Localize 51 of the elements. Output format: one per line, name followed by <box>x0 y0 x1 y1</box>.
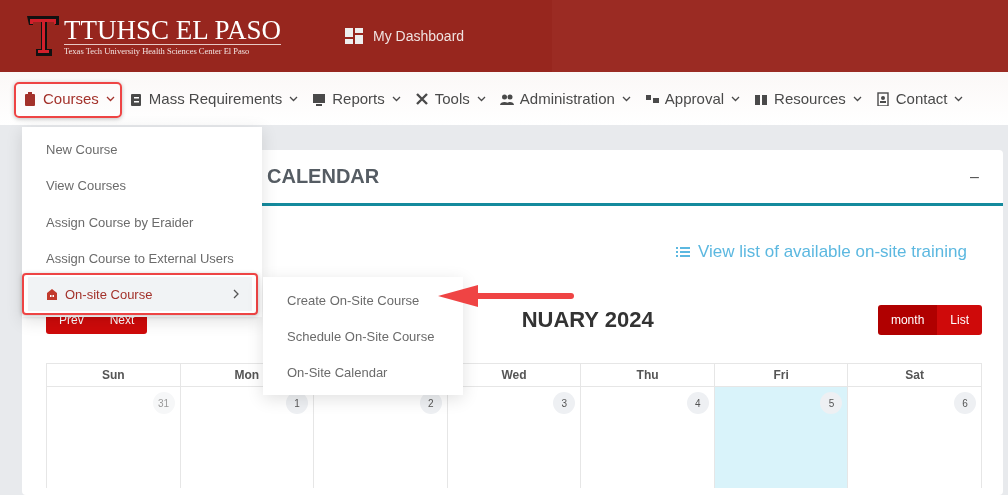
view-button[interactable]: List <box>937 305 982 335</box>
day-cell[interactable]: 5 <box>714 387 849 488</box>
nav-menu-item[interactable]: Approval <box>637 84 748 113</box>
double-t-logo-icon <box>26 14 60 58</box>
clipboard-icon <box>23 91 37 106</box>
chevron-down-icon <box>289 95 299 102</box>
logo-title: TTUHSC EL PASO <box>64 16 282 45</box>
chevron-down-icon <box>391 95 401 102</box>
chevron-down-icon <box>105 95 115 102</box>
tools-icon <box>414 91 429 106</box>
day-number: 31 <box>152 392 175 414</box>
nav-menu-item[interactable]: Courses <box>16 84 122 113</box>
menu-item[interactable]: Assign Course to External Users <box>22 240 262 277</box>
nav-menu-item[interactable]: Contact <box>868 84 971 113</box>
month-title: NUARY 2024 <box>521 307 654 333</box>
weekday-header: Sat <box>848 364 982 387</box>
nav-menu-item[interactable]: Resources <box>747 84 869 113</box>
logo-subtitle: Texas Tech University Health Sciences Center El Paso <box>64 46 251 56</box>
day-number: 5 <box>820 392 843 414</box>
card-title: CALENDAR <box>267 165 380 188</box>
chevron-down-icon <box>954 95 964 102</box>
view-button[interactable]: month <box>877 305 938 335</box>
dashboard-grid-icon <box>345 28 364 44</box>
dashboard-link[interactable]: My Dashboard <box>345 28 465 44</box>
nav-menu-item[interactable]: Tools <box>407 84 493 113</box>
weekday-header: Thu <box>581 364 715 387</box>
chevron-right-icon <box>233 289 240 299</box>
submenu-item[interactable]: Schedule On-Site Course <box>263 318 443 354</box>
clipboard-list-icon <box>128 91 143 106</box>
menu-item[interactable]: Assign Course by Eraider <box>22 204 262 241</box>
menu-item[interactable]: New Course <box>22 131 262 168</box>
chevron-down-icon <box>476 95 486 102</box>
contact-card-icon <box>875 91 890 106</box>
weekday-header: Sun <box>47 364 181 387</box>
day-number: 3 <box>553 392 576 414</box>
submenu-item[interactable]: Create On-Site Course <box>263 282 428 318</box>
chevron-down-icon <box>852 95 862 102</box>
day-number: 6 <box>954 392 976 414</box>
day-cell[interactable]: 4 <box>581 387 715 488</box>
menu-item[interactable]: View Courses <box>22 167 262 204</box>
nav-menu-item[interactable]: Mass Requirements <box>121 84 306 113</box>
nav-menu-item[interactable]: Reports <box>305 84 408 113</box>
building-icon <box>46 288 58 300</box>
list-icon <box>676 246 690 258</box>
day-number: 4 <box>686 392 709 414</box>
monitor-icon <box>312 91 327 106</box>
chevron-down-icon <box>731 95 741 102</box>
nav-menu-item[interactable]: Administration <box>492 84 638 113</box>
collapse-button[interactable]: – <box>966 167 983 186</box>
chevron-down-icon <box>621 95 631 102</box>
day-cell[interactable]: 6 <box>848 387 982 488</box>
